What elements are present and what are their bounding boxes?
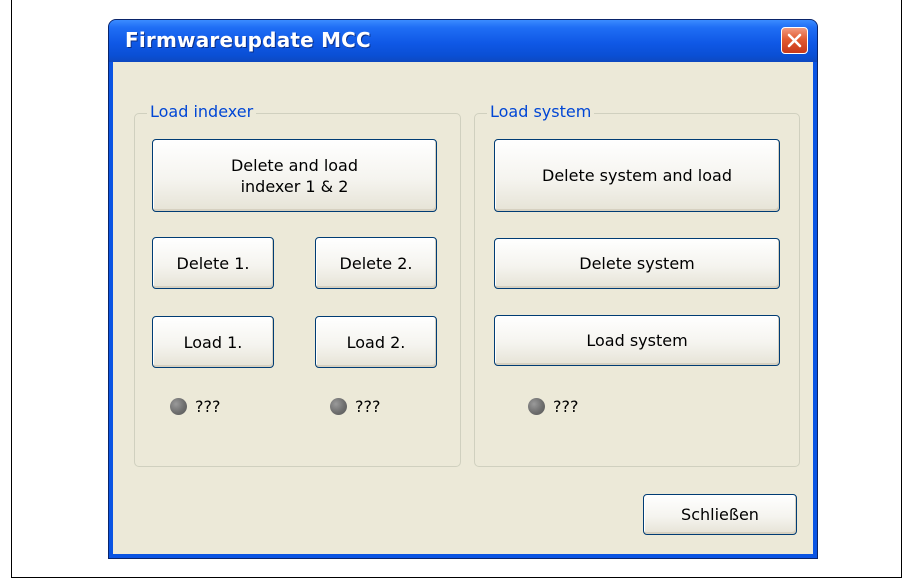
delete-2-button[interactable]: Delete 2. (315, 237, 437, 289)
system-status: ??? (528, 397, 578, 416)
status-led-icon (330, 398, 347, 415)
close-button[interactable] (781, 27, 808, 54)
indexer-2-status-text: ??? (355, 397, 381, 416)
close-dialog-button[interactable]: Schließen (643, 494, 797, 535)
load-1-button[interactable]: Load 1. (152, 316, 274, 368)
delete-and-load-indexer-button[interactable]: Delete and load indexer 1 & 2 (152, 139, 437, 212)
indexer-2-status: ??? (330, 397, 380, 416)
firmware-update-dialog: Firmwareupdate MCC Load indexer Delete a… (108, 19, 818, 559)
status-led-icon (528, 398, 545, 415)
load-system-button[interactable]: Load system (494, 315, 780, 366)
indexer-1-status: ??? (170, 397, 220, 416)
title-bar[interactable]: Firmwareupdate MCC (109, 20, 817, 62)
close-icon (787, 33, 802, 48)
indexer-1-status-text: ??? (195, 397, 221, 416)
dialog-body: Load indexer Delete and load indexer 1 &… (113, 62, 813, 554)
load-indexer-legend: Load indexer (147, 102, 257, 122)
delete-system-button[interactable]: Delete system (494, 238, 780, 289)
load-system-legend: Load system (487, 102, 595, 122)
window-title: Firmwareupdate MCC (125, 28, 371, 52)
system-status-text: ??? (553, 397, 579, 416)
load-2-button[interactable]: Load 2. (315, 316, 437, 368)
status-led-icon (170, 398, 187, 415)
delete-1-button[interactable]: Delete 1. (152, 237, 274, 289)
delete-system-and-load-button[interactable]: Delete system and load (494, 139, 780, 212)
